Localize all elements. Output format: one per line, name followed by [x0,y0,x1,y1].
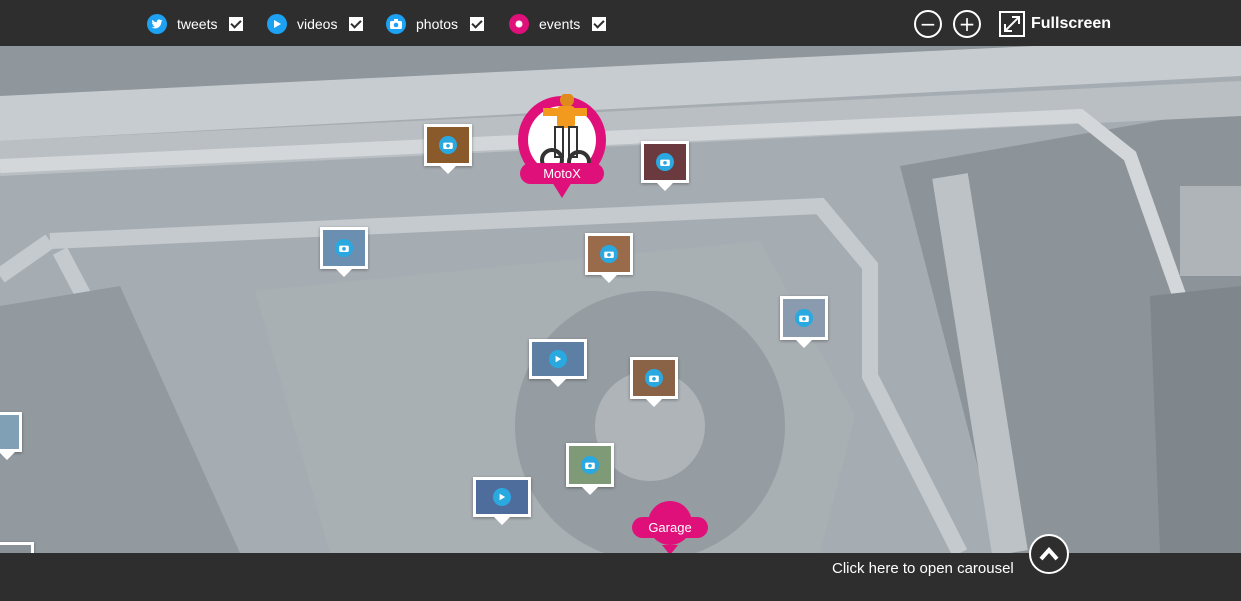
marker-thumbnail [323,230,365,266]
marker-thumbnail [644,144,686,180]
event-marker-garage[interactable]: Garage [632,501,712,553]
marker-thumbnail [532,342,584,376]
plus-icon: + [958,12,976,36]
filter-label: tweets [177,16,218,32]
fullscreen-icon [999,11,1025,37]
open-carousel-button[interactable] [1029,534,1069,574]
play-icon [493,488,511,506]
chevron-up-icon [1039,547,1059,561]
marker-thumbnail [0,545,31,553]
photo-marker[interactable] [0,542,34,553]
top-bar: tweets videos photos events − + Fullscre… [0,0,1241,46]
photo-marker[interactable] [320,227,368,277]
camera-icon [439,136,457,154]
marker-thumbnail [476,480,528,514]
filter-videos[interactable]: videos [267,12,364,36]
camera-icon [656,153,674,171]
event-dot-icon [509,14,529,34]
filter-checkbox[interactable] [229,17,244,31]
filter-checkbox[interactable] [592,17,607,31]
minus-icon: − [919,12,937,36]
marker-thumbnail [0,415,19,449]
map-canvas[interactable]: MotoX Garage [0,46,1241,553]
event-label: Garage [632,517,708,538]
event-pin-icon [518,94,606,198]
twitter-icon [147,14,167,34]
camera-icon [386,14,406,34]
play-icon [267,14,287,34]
zoom-out-button[interactable]: − [914,10,942,38]
photo-marker[interactable] [780,296,828,348]
event-label: MotoX [520,163,604,184]
photo-marker[interactable] [566,443,614,495]
play-icon [549,350,567,368]
filter-tweets[interactable]: tweets [147,12,244,36]
camera-icon [645,369,663,387]
fullscreen-label: Fullscreen [1031,15,1112,32]
filter-checkbox[interactable] [470,17,485,31]
filter-photos[interactable]: photos [386,12,485,36]
video-marker[interactable] [529,339,587,387]
camera-icon [600,245,618,263]
camera-icon [335,239,353,257]
marker-thumbnail [569,446,611,484]
zoom-in-button[interactable]: + [953,10,981,38]
filter-label: photos [416,16,459,32]
filter-label: videos [297,16,338,32]
filter-events[interactable]: events [509,12,607,36]
camera-icon [581,456,599,474]
marker-thumbnail [427,127,469,163]
marker-thumbnail [588,236,630,272]
marker-thumbnail [783,299,825,337]
photo-marker[interactable] [585,233,633,283]
photo-marker[interactable] [641,141,689,191]
filter-label: events [539,16,581,32]
photo-marker[interactable] [424,124,472,174]
fullscreen-button[interactable]: Fullscreen [999,11,1111,37]
photo-marker[interactable] [0,412,22,460]
photo-marker[interactable] [630,357,678,407]
open-carousel-link[interactable]: Click here to open carousel [832,560,1014,577]
aerial-map-background [0,46,1241,553]
video-marker[interactable] [473,477,531,525]
filter-checkbox[interactable] [349,17,364,31]
marker-thumbnail [633,360,675,396]
camera-icon [795,309,813,327]
event-marker-motox[interactable]: MotoX [517,94,607,202]
